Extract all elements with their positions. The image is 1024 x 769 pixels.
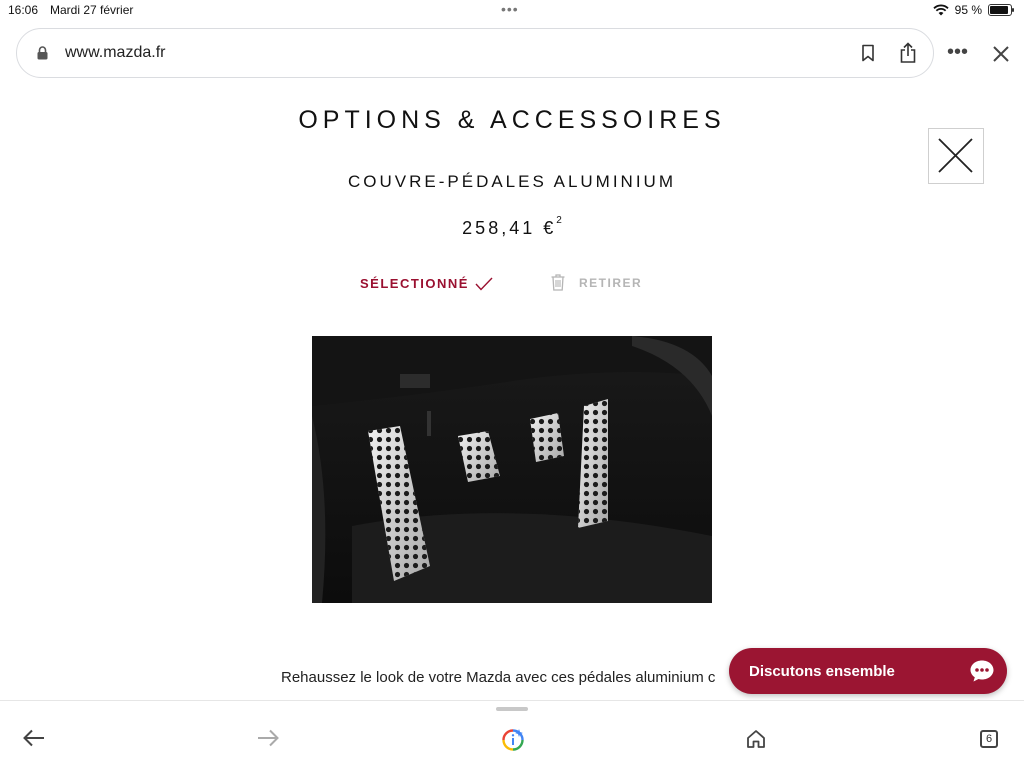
wifi-icon	[933, 4, 949, 16]
status-date: Mardi 27 février	[50, 3, 134, 17]
remove-label: RETIRER	[579, 275, 643, 290]
status-bar: 16:06 Mardi 27 février ••• 95 %	[0, 0, 1024, 20]
product-description: Rehaussez le look de votre Mazda avec ce…	[281, 669, 716, 686]
chat-label: Discutons ensemble	[749, 663, 895, 680]
bookmark-icon[interactable]	[861, 44, 875, 62]
battery-icon	[988, 4, 1014, 16]
checkmark-icon	[475, 277, 493, 291]
price-value: 258,41 €	[462, 218, 557, 238]
trash-icon	[551, 274, 565, 291]
forward-arrow-icon[interactable]	[257, 729, 279, 747]
product-name: COUVRE-PÉDALES ALUMINIUM	[348, 172, 676, 191]
remove-button[interactable]: RETIRER	[551, 274, 642, 291]
chat-bubble-icon	[970, 660, 994, 682]
tabs-icon[interactable]: 6	[980, 730, 998, 748]
page-title: OPTIONS & ACCESSOIRES	[298, 106, 726, 134]
multitasking-dots-icon[interactable]: •••	[501, 1, 519, 17]
bottom-toolbar: 6	[0, 700, 1024, 769]
selected-status[interactable]: SÉLECTIONNÉ	[360, 276, 493, 291]
status-right: 95 %	[933, 3, 1014, 17]
back-arrow-icon[interactable]	[23, 729, 45, 747]
more-options-icon[interactable]: •••	[947, 42, 968, 62]
price: 258,41 €2	[0, 215, 1024, 239]
selected-label: SÉLECTIONNÉ	[360, 276, 469, 291]
url-text[interactable]: www.mazda.fr	[65, 44, 165, 62]
chat-button[interactable]: Discutons ensemble	[729, 648, 1007, 694]
share-icon[interactable]	[899, 42, 917, 64]
battery-percent: 95 %	[954, 3, 982, 17]
drag-handle[interactable]	[496, 707, 528, 711]
status-time: 16:06	[8, 3, 39, 17]
address-bar[interactable]: www.mazda.fr	[16, 28, 934, 78]
google-lens-icon[interactable]	[501, 728, 525, 752]
product-image	[312, 336, 712, 603]
close-icon[interactable]	[991, 44, 1011, 64]
home-icon[interactable]	[746, 729, 766, 749]
lock-icon	[37, 46, 48, 60]
price-footnote: 2	[556, 215, 562, 226]
